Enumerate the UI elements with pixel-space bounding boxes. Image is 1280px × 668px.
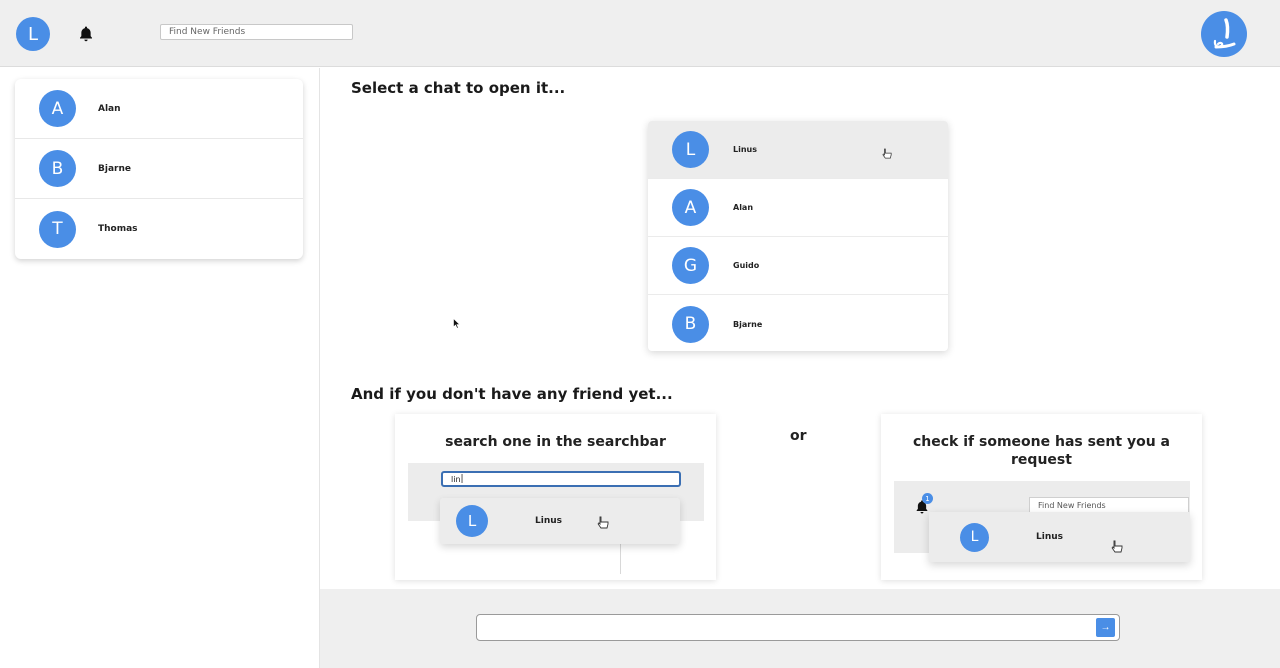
demo-list-item: L Linus <box>648 121 948 179</box>
find-friends-search-input[interactable] <box>160 24 353 40</box>
chat-avatar: B <box>39 150 76 187</box>
demo-avatar: G <box>672 247 709 284</box>
hand-cursor-icon <box>882 148 892 159</box>
illustration-name: Linus <box>535 516 562 526</box>
demo-name: Linus <box>733 145 757 154</box>
chat-name: Thomas <box>98 224 138 234</box>
mouse-pointer-icon <box>453 318 461 329</box>
logo-icon <box>1213 18 1236 49</box>
chat-name: Alan <box>98 103 121 114</box>
illustration-request-result: L Linus <box>929 512 1190 562</box>
request-tip-title: check if someone has sent you a request <box>912 434 1170 468</box>
illustration-avatar: L <box>960 522 989 552</box>
no-friend-heading: And if you don't have any friend yet... <box>351 385 673 403</box>
notification-count-badge: 1 <box>922 493 933 504</box>
demo-list-item: A Alan <box>648 179 948 237</box>
chat-item-bjarne[interactable]: B Bjarne <box>15 139 303 199</box>
demo-chat-list-illustration: L Linus A Alan G Guido B Bjarne <box>648 121 948 351</box>
sidebar: A Alan B Bjarne T Thomas <box>0 68 320 668</box>
demo-list-item: G Guido <box>648 237 948 295</box>
hand-cursor-icon <box>1111 540 1123 553</box>
chat-item-thomas[interactable]: T Thomas <box>15 199 303 259</box>
app-logo <box>1201 11 1247 57</box>
request-tip-card: check if someone has sent you a request … <box>881 414 1202 580</box>
send-button[interactable]: → <box>1096 618 1115 637</box>
illustration-search-placeholder: Find New Friends <box>1038 500 1106 510</box>
demo-avatar: L <box>672 131 709 168</box>
demo-name: Bjarne <box>733 319 763 329</box>
illustration-avatar: L <box>456 505 488 537</box>
hand-cursor-icon <box>597 516 609 529</box>
message-input[interactable] <box>476 614 1120 641</box>
message-composer: → <box>320 589 1280 668</box>
search-tip-title: search one in the searchbar <box>445 434 666 450</box>
chat-avatar: T <box>39 210 76 248</box>
chat-avatar: A <box>39 90 76 127</box>
illustration-search-result: L Linus <box>440 498 680 544</box>
chat-name: Bjarne <box>98 163 131 174</box>
illustration-search-input: Find New Friends <box>1029 497 1189 513</box>
main-content: Select a chat to open it... L Linus A Al… <box>320 68 1278 580</box>
select-chat-heading: Select a chat to open it... <box>351 79 566 97</box>
or-label: or <box>790 428 807 444</box>
chat-list: A Alan B Bjarne T Thomas <box>15 79 303 259</box>
demo-avatar: B <box>672 305 709 343</box>
top-bar: L <box>0 0 1280 67</box>
user-avatar[interactable]: L <box>16 17 50 51</box>
notification-bell-icon[interactable] <box>77 25 95 43</box>
chat-item-alan[interactable]: A Alan <box>15 79 303 139</box>
text-caret: | <box>460 474 464 484</box>
illustration-name: Linus <box>1036 532 1063 542</box>
illustration-typed-query: lin <box>451 474 461 484</box>
demo-list-item: B Bjarne <box>648 295 948 351</box>
demo-name: Alan <box>733 203 754 212</box>
search-tip-card: search one in the searchbar lin | L Linus <box>395 414 716 580</box>
demo-name: Guido <box>733 261 760 270</box>
demo-avatar: A <box>672 189 709 226</box>
illustration-search-input: lin | <box>441 471 681 487</box>
